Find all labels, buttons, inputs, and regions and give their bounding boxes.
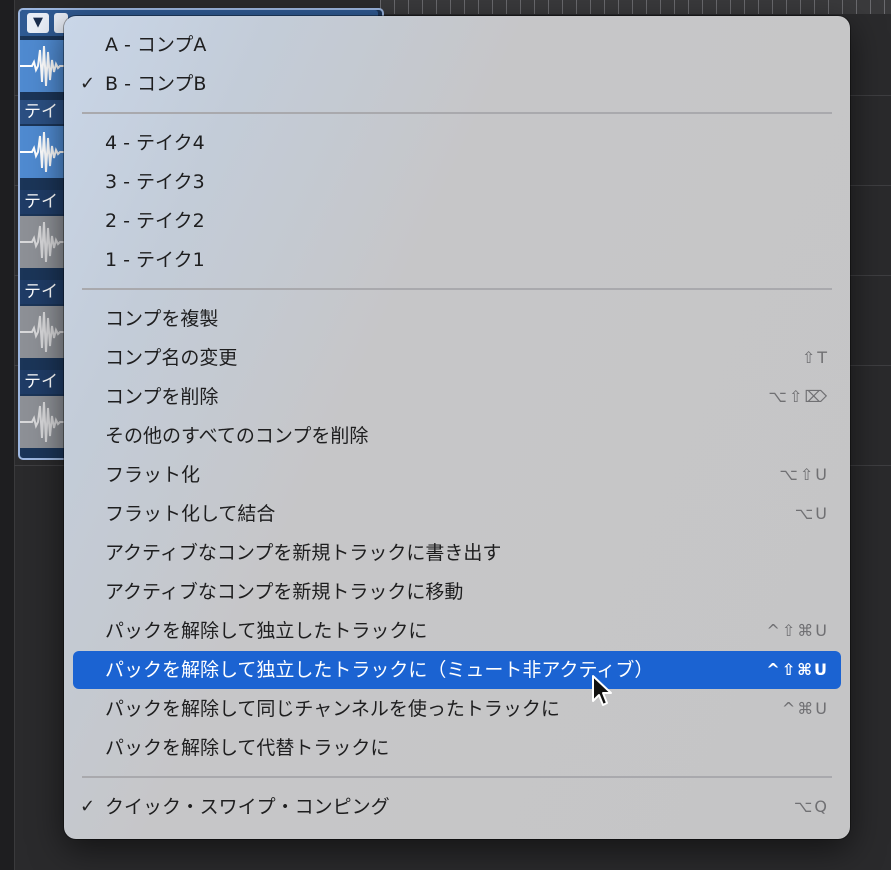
menu-item-take[interactable]: 3 - テイク3 — [73, 163, 841, 201]
menu-item-label: A - コンプA — [105, 34, 207, 56]
menu-item-label: パックを解除して独立したトラックに（ミュート非アクティブ） — [105, 659, 654, 681]
menu-item-comp[interactable]: A - コンプA — [73, 26, 841, 64]
menu-item-label: パックを解除して同じチャンネルを使ったトラックに — [105, 698, 560, 720]
menu-item-label: アクティブなコンプを新規トラックに移動 — [105, 581, 464, 603]
menu-item-take[interactable]: 1 - テイク1 — [73, 241, 841, 279]
keyboard-shortcut: ^⇧⌘U — [766, 660, 829, 679]
menu-item-action[interactable]: コンプ名の変更 ⇧T — [73, 339, 841, 377]
menu-item-take[interactable]: 4 - テイク4 — [73, 124, 841, 162]
menu-item-action[interactable]: アクティブなコンプを新規トラックに移動 — [73, 573, 841, 611]
menu-item-action[interactable]: アクティブなコンプを新規トラックに書き出す — [73, 534, 841, 572]
take-folder-context-menu: A - コンプA ✓ B - コンプB 4 - テイク4 3 - テイク3 2 - テイク… — [64, 16, 850, 839]
menu-item-label: B - コンプB — [105, 73, 207, 95]
menu-item-action[interactable]: コンプを削除 ⌥⇧⌦ — [73, 378, 841, 416]
menu-item-action[interactable]: コンプを複製 — [73, 300, 841, 338]
menu-item-label: パックを解除して独立したトラックに — [105, 620, 428, 642]
menu-item-action[interactable]: パックを解除して独立したトラックに ^⇧⌘U — [73, 612, 841, 650]
menu-item-label: アクティブなコンプを新規トラックに書き出す — [105, 542, 502, 564]
mouse-pointer-icon — [592, 675, 612, 706]
menu-item-take[interactable]: 2 - テイク2 — [73, 202, 841, 240]
menu-item-label: フラット化 — [105, 464, 201, 486]
menu-item-highlighted[interactable]: パックを解除して独立したトラックに（ミュート非アクティブ） ^⇧⌘U — [73, 651, 841, 689]
menu-separator — [82, 776, 832, 778]
menu-item-label: コンプを複製 — [105, 308, 219, 330]
menu-item-label: 1 - テイク1 — [105, 249, 205, 271]
menu-item-label: パックを解除して代替トラックに — [105, 737, 390, 759]
menu-item-action[interactable]: パックを解除して代替トラックに — [73, 729, 841, 767]
menu-separator — [82, 112, 832, 114]
checkmark-icon: ✓ — [80, 73, 96, 94]
menu-item-label: 4 - テイク4 — [105, 132, 205, 154]
menu-item-label: コンプを削除 — [105, 386, 219, 408]
track-header-strip — [0, 0, 15, 870]
menu-item-label: 3 - テイク3 — [105, 171, 205, 193]
menu-item-quick-swipe-comping[interactable]: ✓ クイック・スワイプ・コンピング ⌥Q — [73, 788, 841, 826]
menu-item-action[interactable]: フラット化 ⌥⇧U — [73, 456, 841, 494]
menu-item-label: フラット化して結合 — [105, 503, 276, 525]
menu-item-label: その他のすべてのコンプを削除 — [105, 425, 369, 447]
menu-item-action[interactable]: その他のすべてのコンプを削除 — [73, 417, 841, 455]
menu-item-comp[interactable]: ✓ B - コンプB — [73, 65, 841, 103]
menu-item-label: クイック・スワイプ・コンピング — [105, 796, 390, 818]
menu-item-action[interactable]: フラット化して結合 ⌥U — [73, 495, 841, 533]
keyboard-shortcut: ⌥Q — [793, 797, 829, 816]
keyboard-shortcut: ⌥⇧⌦ — [768, 387, 829, 406]
keyboard-shortcut: ⇧T — [801, 348, 829, 367]
menu-item-label: 2 - テイク2 — [105, 210, 205, 232]
keyboard-shortcut: ⌥U — [794, 504, 829, 523]
keyboard-shortcut: ^⌘U — [781, 699, 829, 718]
menu-separator — [82, 288, 832, 290]
timeline-ruler[interactable] — [380, 0, 891, 14]
menu-item-action[interactable]: パックを解除して同じチャンネルを使ったトラックに ^⌘U — [73, 690, 841, 728]
keyboard-shortcut: ⌥⇧U — [779, 465, 829, 484]
keyboard-shortcut: ^⇧⌘U — [766, 621, 829, 640]
menu-item-label: コンプ名の変更 — [105, 347, 238, 369]
checkmark-icon: ✓ — [80, 796, 96, 817]
